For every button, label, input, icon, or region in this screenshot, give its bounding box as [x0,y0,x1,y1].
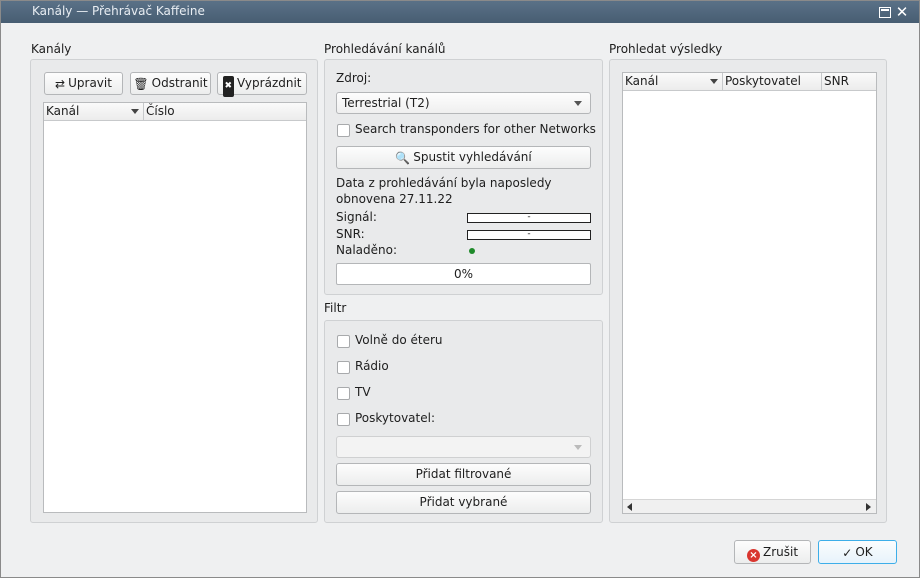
check-icon: ✓ [842,546,853,560]
ok-button[interactable]: ✓ OK [818,540,897,564]
channels-dialog: Kanály — Přehrávač Kaffeine ✕ Kanály ⇄ Up… [0,0,920,578]
clear-button[interactable]: ✖ Vyprázdnit [217,72,307,97]
column-channel[interactable]: Kanál [623,73,723,91]
free-to-air-checkbox[interactable] [337,335,350,348]
tv-label: TV [355,385,371,399]
edit-button[interactable]: ⇄ Upravit [44,72,123,95]
last-scan-text-1: Data z prohledávání byla naposledy [336,176,552,190]
column-provider[interactable]: Poskytovatel [723,73,822,91]
scan-progress: 0% [336,263,591,285]
filter-group: Volně do éteru Rádio TV Poskytovatel: Př… [324,320,603,523]
free-to-air-label: Volně do éteru [355,333,443,347]
remove-button[interactable]: 🗑 Odstranit [130,72,211,95]
column-snr[interactable]: SNR [822,73,878,91]
source-select[interactable]: Terrestrial (T2) [336,92,591,114]
signal-meter: - [467,213,591,223]
radio-label: Rádio [355,359,389,373]
tuned-label: Naladěno: [336,243,398,257]
channels-group-title: Kanály [31,42,72,56]
chevron-down-icon [574,101,582,106]
snr-meter: - [467,230,591,240]
cancel-button[interactable]: × Zrušit [734,540,811,564]
snr-label: SNR: [336,227,365,241]
scroll-right-icon[interactable] [866,503,871,511]
provider-label: Poskytovatel: [355,411,435,425]
horizontal-scrollbar[interactable] [623,499,876,513]
other-networks-checkbox[interactable] [337,124,350,137]
source-label: Zdroj: [336,71,372,85]
add-selected-button[interactable]: Přidat vybrané [336,491,591,514]
maximize-icon[interactable] [879,7,891,18]
results-group: Kanál Poskytovatel SNR [609,59,887,523]
close-icon[interactable]: ✕ [895,5,909,20]
other-networks-label: Search transponders for other Networks [355,122,596,136]
last-scan-text-2: obnovena 27.11.22 [336,192,453,206]
cancel-icon: × [746,549,760,562]
sort-down-icon [131,109,139,114]
provider-checkbox[interactable] [337,413,350,426]
chevron-down-icon [574,445,582,450]
channel-list-header: Kanál Číslo [44,103,306,121]
edit-icon: ⇄ [55,77,66,91]
sort-down-icon [710,79,718,84]
trash-icon: 🗑 [133,77,149,91]
results-group-title: Prohledat výsledky [609,42,723,56]
clear-icon: ✖ [222,76,235,97]
scan-group: Zdroj: Terrestrial (T2) Search transpond… [324,59,603,295]
window-title: Kanály — Přehrávač Kaffeine [32,4,205,18]
signal-label: Signál: [336,210,377,224]
scroll-left-icon[interactable] [627,503,632,511]
search-icon: 🔍 [395,151,411,165]
channel-list[interactable]: Kanál Číslo [43,102,307,513]
results-list[interactable]: Kanál Poskytovatel SNR [622,72,877,514]
radio-checkbox[interactable] [337,361,350,374]
results-list-header: Kanál Poskytovatel SNR [623,73,876,91]
start-scan-button[interactable]: 🔍 Spustit vyhledávání [336,146,591,169]
filter-group-title: Filtr [324,301,347,315]
tuned-indicator-icon [469,248,475,254]
column-channel[interactable]: Kanál [44,103,144,121]
tv-checkbox[interactable] [337,387,350,400]
title-bar[interactable]: Kanály — Přehrávač Kaffeine ✕ [1,1,919,23]
channels-group: ⇄ Upravit 🗑 Odstranit ✖ Vyprázdnit Kanál Čí… [30,59,318,523]
scan-group-title: Prohledávání kanálů [324,42,446,56]
column-number[interactable]: Číslo [144,103,308,121]
provider-select[interactable] [336,436,591,458]
add-filtered-button[interactable]: Přidat filtrované [336,463,591,486]
